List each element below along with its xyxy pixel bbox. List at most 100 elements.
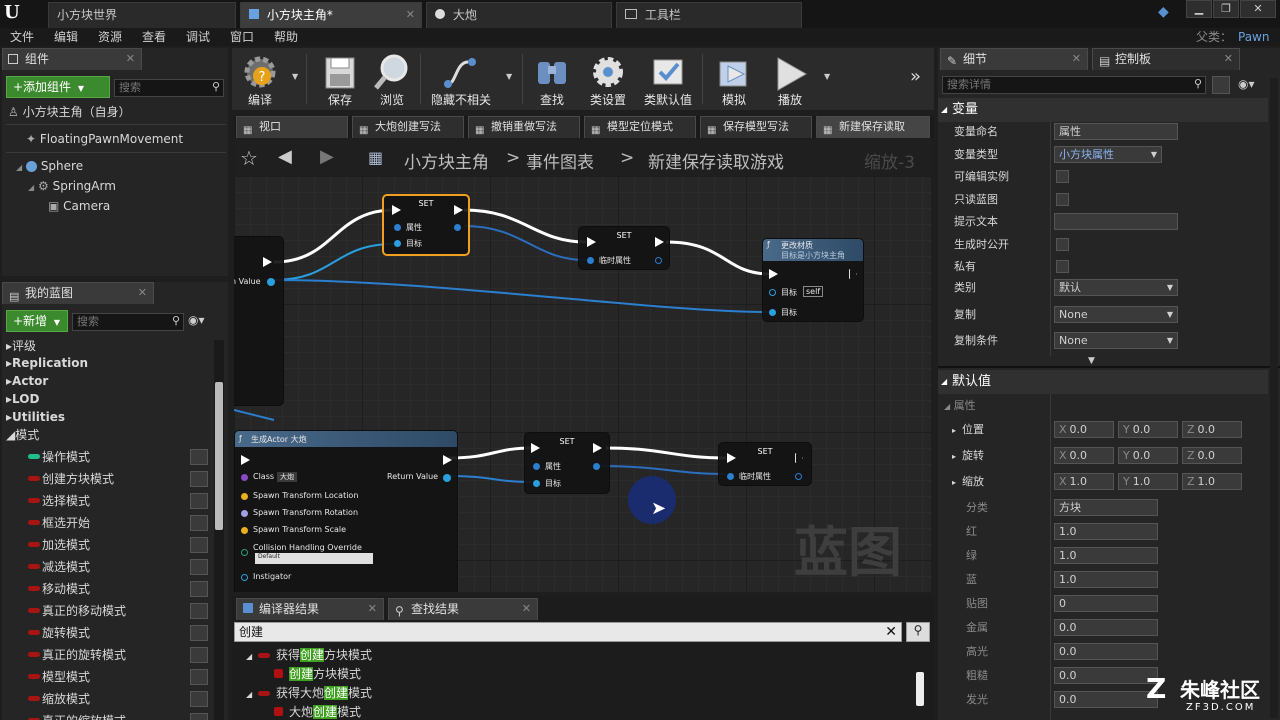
visibility-toggle-icon[interactable]	[190, 471, 208, 487]
graph-tab-viewport[interactable]: ▦ 视口	[236, 116, 348, 138]
visibility-toggle-icon[interactable]	[190, 515, 208, 531]
details-search-input[interactable]: 搜索详情 ⚲	[942, 76, 1206, 94]
default-group-row[interactable]: ◢ 属性	[944, 394, 976, 417]
components-search-input[interactable]: 搜索 ⚲	[114, 79, 224, 97]
menu-view[interactable]: 查看	[142, 28, 166, 46]
vector-pin[interactable]	[241, 527, 248, 534]
transform-z-field[interactable]: Z 1.0	[1182, 473, 1242, 490]
property-dropdown[interactable]: None ▼	[1054, 305, 1178, 323]
property-matrix-icon[interactable]	[1212, 76, 1230, 94]
transform-z-field[interactable]: Z 0.0	[1182, 447, 1242, 464]
clear-search-icon[interactable]: ✕	[885, 623, 897, 641]
property-checkbox[interactable]	[1056, 260, 1069, 273]
graph-node-spawn-actor[interactable]: ƒ 生成Actor 大炮 Class 大炮 Return Value Spawn…	[234, 430, 458, 592]
expand-arrow-icon[interactable]: ◢	[28, 183, 34, 192]
menu-edit[interactable]: 编辑	[54, 28, 78, 46]
graph-node-set[interactable]: SET 临时属性	[718, 442, 812, 486]
toolbar-overflow-icon[interactable]: »	[910, 66, 921, 87]
scrollbar-thumb[interactable]	[916, 672, 924, 706]
property-number-field[interactable]: 0.0	[1054, 691, 1158, 708]
visibility-toggle-icon[interactable]	[190, 537, 208, 553]
doc-tab-world[interactable]: 小方块世界	[48, 2, 236, 28]
exec-out-pin[interactable]	[263, 257, 272, 267]
property-number-field[interactable]: 1.0	[1054, 523, 1158, 540]
exec-in-pin[interactable]	[769, 269, 778, 279]
graph-tab-function[interactable]: ▦ 撤销重做写法	[468, 116, 580, 138]
property-number-field[interactable]: 0.0	[1054, 667, 1158, 684]
visibility-eye-icon[interactable]: ◉▾	[188, 313, 205, 327]
category-row[interactable]: ▸评级	[6, 338, 36, 354]
menu-window[interactable]: 窗口	[230, 28, 254, 46]
restore-button[interactable]: ❐	[1213, 0, 1239, 18]
graph-tab-function[interactable]: ▦ 模型定位模式	[584, 116, 696, 138]
graph-node-set[interactable]: SET 临时属性	[578, 226, 670, 270]
close-icon[interactable]: ✕	[1224, 49, 1233, 69]
find-binoculars-button[interactable]: ⚲	[906, 622, 930, 642]
visibility-toggle-icon[interactable]	[190, 647, 208, 663]
property-checkbox[interactable]	[1056, 237, 1069, 251]
property-checkbox[interactable]	[1056, 192, 1069, 206]
visibility-toggle-icon[interactable]	[190, 559, 208, 575]
struct-in-pin[interactable]	[533, 463, 540, 470]
property-checkbox[interactable]	[1056, 170, 1069, 183]
find-search-input[interactable]: 创建 ✕	[234, 622, 902, 642]
transform-x-field[interactable]: X 0.0	[1054, 447, 1114, 464]
visibility-toggle-icon[interactable]	[190, 581, 208, 597]
object-in-pin[interactable]	[241, 574, 248, 581]
doc-tab-hero[interactable]: 小方块主角* ✕	[240, 2, 422, 28]
component-self-row[interactable]: ♙ 小方块主角（自身）	[8, 102, 131, 122]
mode-variable-row[interactable]: 创建方块模式	[2, 468, 212, 490]
property-text-field[interactable]: 方块	[1054, 499, 1158, 516]
transform-z-field[interactable]: Z 0.0	[1182, 421, 1242, 438]
close-icon[interactable]: ✕	[406, 3, 415, 27]
hide-unrelated-chevron-icon[interactable]: ▼	[506, 72, 512, 81]
exec-out-pin[interactable]	[454, 205, 463, 215]
exec-in-pin[interactable]	[587, 237, 596, 247]
back-arrow-icon[interactable]: ◀	[278, 146, 292, 167]
visibility-toggle-icon[interactable]	[190, 691, 208, 707]
breadcrumb-middle[interactable]: 事件图表	[526, 148, 594, 173]
breadcrumb-root[interactable]: 小方块主角	[404, 148, 489, 173]
component-item[interactable]: ▣ Camera	[48, 196, 110, 216]
save-button[interactable]: 保存	[312, 50, 368, 108]
object-out-pin[interactable]	[267, 278, 275, 286]
mode-variable-row[interactable]: 减选模式	[2, 556, 212, 578]
object-in-pin[interactable]	[769, 289, 776, 296]
find-button[interactable]: 查找	[524, 50, 580, 108]
object-in-pin[interactable]	[394, 240, 401, 247]
visibility-toggle-icon[interactable]	[190, 449, 208, 465]
close-icon[interactable]: ✕	[522, 599, 531, 619]
hide-unrelated-button[interactable]: 隐藏不相关	[430, 50, 492, 108]
mode-variable-row[interactable]: 缩放模式	[2, 688, 212, 710]
close-icon[interactable]: ✕	[138, 283, 147, 303]
event-graph-canvas[interactable]: n Value SET 属性 目标 SET 临时属性 ƒ 更改材质 目标是小方块…	[234, 176, 931, 592]
category-row[interactable]: ◢模式	[6, 426, 39, 444]
graph-node-set[interactable]: SET 属性 目标	[524, 432, 610, 494]
property-text-field[interactable]: 属性	[1054, 123, 1178, 140]
scrollbar-thumb[interactable]	[215, 382, 223, 530]
exec-out-pin[interactable]	[593, 443, 602, 453]
play-options-chevron-icon[interactable]: ▼	[824, 72, 830, 81]
class-defaults-button[interactable]: 类默认值	[640, 50, 696, 108]
tab-compiler-results[interactable]: 编译器结果 ✕	[236, 598, 384, 620]
compile-options-chevron-icon[interactable]: ▼	[292, 72, 298, 81]
expand-arrow-icon[interactable]: ▸	[952, 478, 956, 487]
minimize-button[interactable]: ▁	[1186, 0, 1212, 18]
transform-y-field[interactable]: Y 0.0	[1118, 447, 1178, 464]
exec-out-pin[interactable]	[443, 455, 452, 465]
category-row[interactable]: ▸LOD	[6, 390, 39, 408]
visibility-toggle-icon[interactable]	[190, 603, 208, 619]
component-item[interactable]: ✦ FloatingPawnMovement	[26, 129, 183, 149]
mode-variable-row[interactable]: 旋转模式	[2, 622, 212, 644]
category-row[interactable]: ▸Utilities	[6, 408, 65, 426]
component-item[interactable]: ◢ ⚙ SpringArm	[28, 176, 116, 196]
visibility-toggle-icon[interactable]	[190, 625, 208, 641]
menu-asset[interactable]: 资源	[98, 28, 122, 46]
menu-help[interactable]: 帮助	[274, 28, 298, 46]
struct-in-pin[interactable]	[394, 224, 401, 231]
exec-in-pin[interactable]	[392, 205, 401, 215]
transform-y-field[interactable]: Y 1.0	[1118, 473, 1178, 490]
object-in-pin[interactable]	[769, 309, 776, 316]
close-icon[interactable]: ✕	[368, 599, 377, 619]
mode-variable-row[interactable]: 移动模式	[2, 578, 212, 600]
